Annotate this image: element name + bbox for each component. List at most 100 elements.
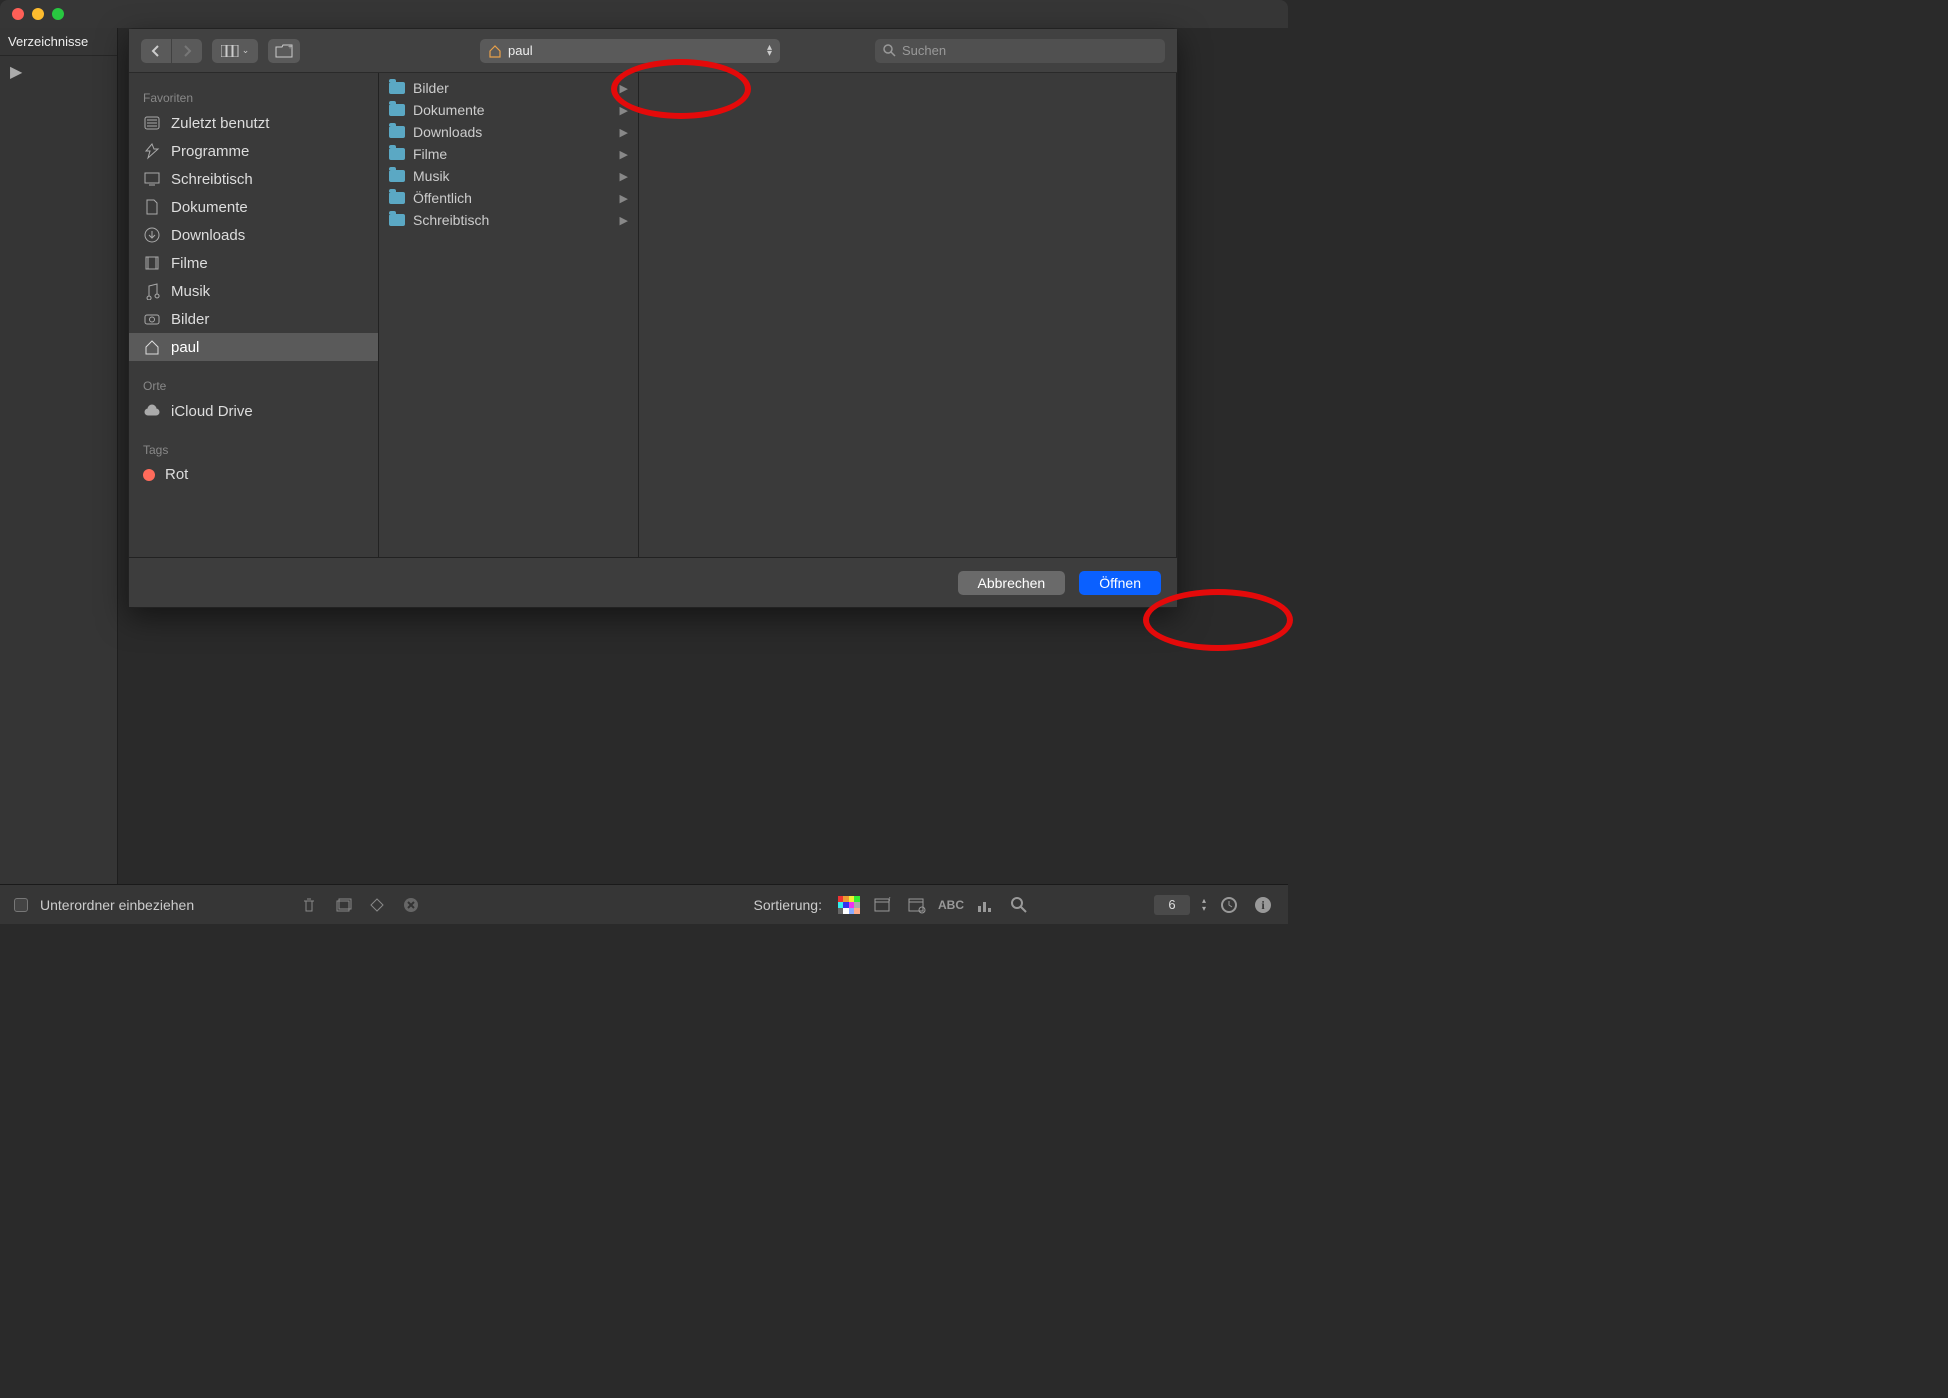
chevron-right-icon: ▶ — [620, 126, 628, 139]
download-icon — [143, 226, 161, 244]
file-row[interactable]: Filme ▶ — [379, 143, 638, 165]
history-button[interactable] — [1218, 894, 1240, 916]
thumbnail-columns-stepper[interactable]: ▴▾ — [1202, 897, 1206, 913]
include-subfolders-label: Unterordner einbeziehen — [40, 897, 194, 913]
disclosure-triangle-icon[interactable]: ▶ — [10, 64, 22, 81]
new-folder-button[interactable]: + — [268, 39, 300, 63]
tag-icon[interactable] — [366, 894, 388, 916]
column-2[interactable] — [639, 73, 1177, 557]
trash-icon[interactable] — [298, 894, 320, 916]
folder-icon — [389, 148, 405, 160]
sidebar-item-label: paul — [171, 339, 199, 356]
file-name: Schreibtisch — [413, 212, 489, 228]
chevron-right-icon: ▶ — [620, 148, 628, 161]
sort-date-import-button[interactable] — [906, 894, 928, 916]
abc-label: ABC — [938, 898, 964, 912]
chevron-right-icon: ▶ — [620, 192, 628, 205]
file-row[interactable]: Downloads ▶ — [379, 121, 638, 143]
stepper-down-icon: ▾ — [1202, 905, 1206, 913]
sort-date-taken-button[interactable]: ↑ — [872, 894, 894, 916]
clock-icon — [143, 114, 161, 132]
directories-panel-header: Verzeichnisse — [0, 28, 117, 56]
film-icon — [143, 254, 161, 272]
titlebar — [0, 0, 1288, 28]
chevron-right-icon: ▶ — [620, 104, 628, 117]
sidebar-item-label: iCloud Drive — [171, 403, 253, 420]
columns-icon — [221, 45, 239, 57]
sort-rating-button[interactable] — [974, 894, 996, 916]
nav-buttons — [141, 39, 202, 63]
sidebar-item-icloud[interactable]: iCloud Drive — [129, 397, 378, 425]
bottom-toolbar: Unterordner einbeziehen Sortierung: ↑ AB… — [0, 884, 1288, 924]
applications-icon — [143, 142, 161, 160]
sidebar-item-label: Downloads — [171, 227, 245, 244]
info-button[interactable]: i — [1252, 894, 1274, 916]
chevron-right-icon: ▶ — [620, 82, 628, 95]
folder-icon — [389, 214, 405, 226]
nav-forward-button[interactable] — [172, 39, 202, 63]
sidebar-item-tag-red[interactable]: Rot — [129, 461, 378, 488]
file-name: Musik — [413, 168, 450, 184]
file-row[interactable]: Bilder ▶ — [379, 77, 638, 99]
nav-back-button[interactable] — [141, 39, 171, 63]
stack-icon[interactable] — [332, 894, 354, 916]
folder-icon — [389, 126, 405, 138]
sidebar-item-downloads[interactable]: Downloads — [129, 221, 378, 249]
directories-panel: Verzeichnisse ▶ — [0, 28, 118, 884]
home-icon — [143, 338, 161, 356]
chevron-left-icon — [151, 45, 161, 57]
camera-icon — [143, 310, 161, 328]
cancel-button[interactable]: Abbrechen — [958, 571, 1066, 595]
close-window-button[interactable] — [12, 8, 24, 20]
thumbnail-columns-field[interactable]: 6 — [1154, 895, 1190, 915]
file-row[interactable]: Dokumente ▶ — [379, 99, 638, 121]
column-1[interactable]: Bilder ▶ Dokumente ▶ Downloads ▶ Filme ▶ Mus… — [379, 73, 639, 557]
open-button-label: Öffnen — [1099, 575, 1141, 591]
sidebar-item-home[interactable]: paul — [129, 333, 378, 361]
sidebar-item-applications[interactable]: Programme — [129, 137, 378, 165]
sidebar-item-pictures[interactable]: Bilder — [129, 305, 378, 333]
file-name: Bilder — [413, 80, 449, 96]
clear-icon[interactable] — [400, 894, 422, 916]
search-field[interactable]: Suchen — [875, 39, 1165, 63]
thumbnail-columns-value: 6 — [1168, 897, 1175, 912]
dialog-sidebar: Favoriten Zuletzt benutzt Programme Schr… — [129, 73, 379, 557]
content-area: ⌄ + paul ▴▾ Suchen — [118, 28, 1288, 884]
path-dropdown[interactable]: paul ▴▾ — [480, 39, 780, 63]
sidebar-item-label: Schreibtisch — [171, 171, 253, 188]
updown-caret-icon: ▴▾ — [767, 45, 772, 57]
sidebar-item-label: Bilder — [171, 311, 209, 328]
zoom-window-button[interactable] — [52, 8, 64, 20]
include-subfolders-checkbox[interactable] — [14, 898, 28, 912]
sidebar-item-documents[interactable]: Dokumente — [129, 193, 378, 221]
cancel-button-label: Abbrechen — [978, 575, 1046, 591]
minimize-window-button[interactable] — [32, 8, 44, 20]
folder-icon — [389, 192, 405, 204]
sidebar-item-label: Rot — [165, 466, 188, 483]
sort-search-button[interactable] — [1008, 894, 1030, 916]
home-icon — [488, 44, 502, 58]
file-name: Dokumente — [413, 102, 485, 118]
desktop-icon — [143, 170, 161, 188]
tags-label: Tags — [129, 437, 378, 461]
sort-color-button[interactable] — [838, 894, 860, 916]
open-button[interactable]: Öffnen — [1079, 571, 1161, 595]
sidebar-item-movies[interactable]: Filme — [129, 249, 378, 277]
file-name: Filme — [413, 146, 447, 162]
sidebar-item-desktop[interactable]: Schreibtisch — [129, 165, 378, 193]
view-mode-button[interactable]: ⌄ — [212, 39, 258, 63]
sidebar-item-recents[interactable]: Zuletzt benutzt — [129, 109, 378, 137]
app-window: Verzeichnisse ▶ — [0, 0, 1288, 924]
file-row[interactable]: Schreibtisch▶ — [379, 209, 638, 231]
locations-label: Orte — [129, 373, 378, 397]
file-name: Downloads — [413, 124, 482, 140]
sidebar-item-label: Musik — [171, 283, 210, 300]
sidebar-item-music[interactable]: Musik — [129, 277, 378, 305]
file-row[interactable]: Musik▶ — [379, 165, 638, 187]
svg-text:↑: ↑ — [888, 896, 892, 903]
folder-icon — [389, 82, 405, 94]
search-placeholder: Suchen — [902, 43, 946, 58]
sort-alpha-button[interactable]: ABC — [940, 894, 962, 916]
file-row[interactable]: Öffentlich▶ — [379, 187, 638, 209]
search-icon — [883, 44, 896, 57]
